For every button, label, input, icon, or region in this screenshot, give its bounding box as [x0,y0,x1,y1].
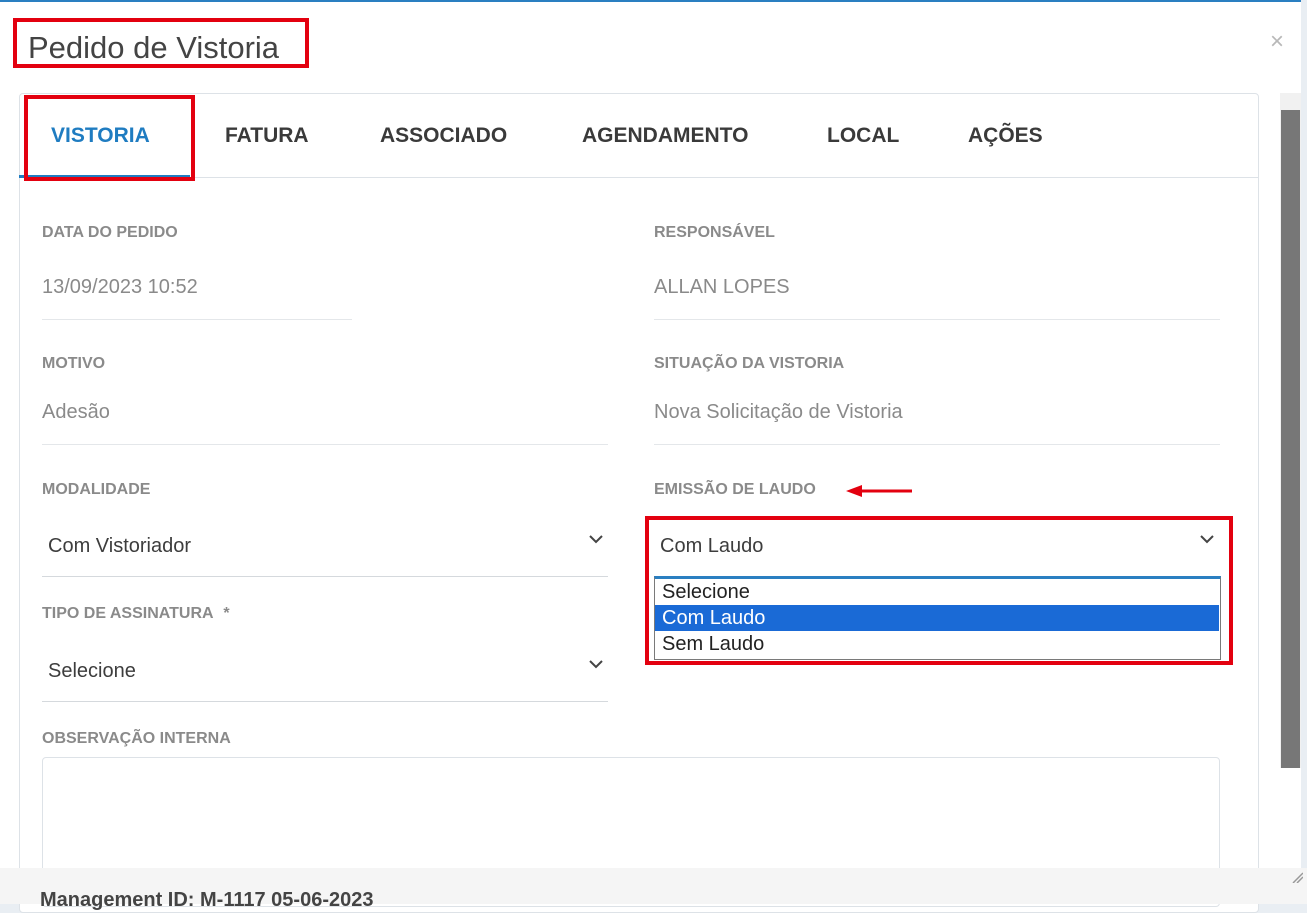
annotation-arrow-icon [846,485,912,497]
modalidade-label: MODALIDADE [42,481,151,498]
tab-acoes[interactable]: AÇÕES [968,124,1043,148]
title-highlight-box [13,18,309,68]
tab-agendamento[interactable]: AGENDAMENTO [582,124,748,148]
situacao-label: SITUAÇÃO DA VISTORIA [654,355,845,372]
motivo-divider [42,444,608,445]
tipo-assinatura-underline [42,701,608,702]
resize-handle-icon[interactable] [1291,871,1303,883]
background-page-text: Management ID: M-1117 05-06-2023 [40,889,374,911]
tipo-assinatura-label: TIPO DE ASSINATURA * [42,605,230,623]
tipo-assinatura-select[interactable]: Selecione [48,660,136,682]
emissao-laudo-label: EMISSÃO DE LAUDO [654,481,816,498]
situacao-value: Nova Solicitação de Vistoria [654,401,903,423]
responsavel-divider [654,319,1220,320]
situacao-divider [654,444,1220,445]
chevron-down-icon[interactable] [588,534,604,544]
data-pedido-divider [42,319,352,320]
required-mark: * [223,605,230,622]
motivo-value: Adesão [42,401,110,423]
data-pedido-label: DATA DO PEDIDO [42,224,178,241]
modalidade-select[interactable]: Com Vistoriador [48,535,191,557]
close-icon[interactable]: × [1270,28,1284,56]
laudo-highlight-box [645,516,1233,665]
responsavel-value: ALLAN LOPES [654,276,790,298]
tipo-assinatura-label-text: TIPO DE ASSINATURA [42,605,213,622]
modalidade-underline [42,576,608,577]
responsavel-label: RESPONSÁVEL [654,224,775,241]
chevron-down-icon[interactable] [588,659,604,669]
tab-local[interactable]: LOCAL [827,124,899,148]
scrollbar-thumb[interactable] [1281,110,1300,768]
motivo-label: MOTIVO [42,355,106,372]
tab-associado[interactable]: ASSOCIADO [380,124,507,148]
observacao-label: OBSERVAÇÃO INTERNA [42,730,231,747]
tab-fatura[interactable]: FATURA [225,124,309,148]
data-pedido-value: 13/09/2023 10:52 [42,276,198,298]
tab-highlight-box [24,95,195,181]
